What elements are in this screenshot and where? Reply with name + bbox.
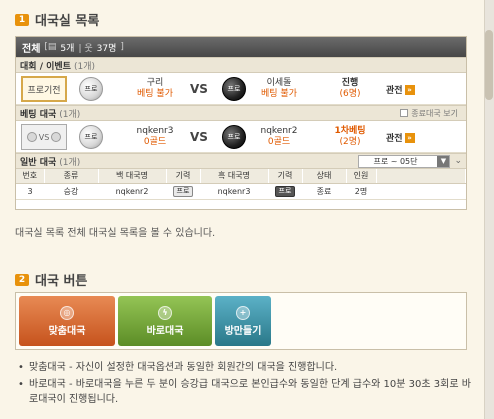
rank-tag: 프로	[172, 185, 194, 197]
tournament-match-row[interactable]: 프로기전 프로 구리 베팅 불가 VS 프로 이세돌 베팅 불가 진행 (6명)…	[16, 73, 466, 105]
bolt-icon: ϟ	[158, 305, 172, 320]
vs-label: VS	[190, 82, 208, 96]
double-chevron-icon[interactable]: ⌄	[454, 156, 462, 166]
rank-filter: 프로 ~ 05단 ▼ ⌄	[358, 154, 462, 168]
category-label: 대회 / 이벤트	[20, 61, 71, 72]
section-number-badge: 1	[15, 13, 29, 26]
left-player: nqkenr3 0골드	[136, 126, 174, 147]
cell-type: 승강	[44, 183, 98, 200]
table-row[interactable]: 3 승강 nqkenr2 프로 nqkenr3 프로 종료 2명	[16, 183, 466, 200]
right-player: nqkenr2 0골드	[260, 126, 298, 147]
rank-filter-select[interactable]: 프로 ~ 05단 ▼	[358, 154, 451, 168]
create-room-button[interactable]: + 방만들기	[215, 296, 271, 346]
black-stone-icon: 프로	[222, 125, 246, 149]
list-item: 맞춤대국 - 자신이 설정한 대국옵션과 동일한 회원간의 대국을 진행합니다.	[18, 360, 478, 375]
table-header-row: 번호 종류 백 대국명 기력 흑 대국명 기력 상태 인원	[16, 169, 466, 184]
section-2-heading: 2 대국 버튼	[15, 270, 87, 289]
watch-button[interactable]: 관전 »	[386, 83, 415, 96]
button-descriptions: 맞춤대국 - 자신이 설정한 대국옵션과 동일한 회원간의 대국을 진행합니다.…	[18, 360, 478, 409]
col-header: 흑 대국명	[200, 169, 269, 184]
section-title: 대국 버튼	[35, 274, 88, 289]
category-betting: 베팅 대국 (1개) 종료대국 보기	[16, 105, 466, 121]
panel-header: 전체 [▤ 5개 | 웃 37명 ]	[16, 37, 466, 57]
people-count: 37명	[96, 43, 117, 54]
col-header: 기력	[166, 169, 201, 184]
arrow-right-icon: »	[404, 132, 415, 143]
cell-no: 3	[16, 183, 44, 200]
cell-black-rank: 프로	[268, 183, 302, 200]
category-count: (1개)	[59, 157, 81, 168]
lobby-description: 대국실 목록 전체 대국실 목록을 볼 수 있습니다.	[15, 228, 216, 239]
section-number-badge: 2	[15, 273, 29, 286]
col-header: 번호	[16, 169, 45, 184]
betting-match-row[interactable]: VS 프로 nqkenr3 0골드 VS 프로 nqkenr2 0골드 1차베팅…	[16, 121, 466, 153]
room-count: 5개	[60, 43, 75, 54]
panel-header-title: 전체	[22, 43, 41, 55]
checkbox-icon[interactable]	[400, 109, 409, 117]
game-table: 번호 종류 백 대국명 기력 흑 대국명 기력 상태 인원 3 승강 nqken…	[16, 169, 466, 200]
pro-tournament-badge: 프로기전	[21, 76, 67, 102]
dropdown-icon[interactable]: ▼	[437, 155, 450, 167]
match-status: 1차베팅 (2명)	[334, 126, 366, 147]
match-status: 진행 (6명)	[339, 78, 361, 99]
cell-white-rank: 프로	[166, 183, 200, 200]
room-count-icon: [▤	[44, 42, 57, 52]
left-player: 구리 베팅 불가	[137, 78, 173, 99]
category-tournament: 대회 / 이벤트 (1개)	[16, 57, 466, 73]
scroll-thumb[interactable]	[485, 30, 493, 100]
category-count: (1개)	[73, 61, 95, 72]
show-ended-toggle[interactable]: 종료대국 보기	[400, 108, 458, 119]
cell-state: 종료	[302, 183, 346, 200]
category-label: 베팅 대국	[20, 109, 57, 120]
category-count: (1개)	[59, 109, 81, 120]
black-stone-icon: 프로	[222, 77, 246, 101]
arrow-right-icon: »	[404, 84, 415, 95]
col-header: 인원	[346, 169, 377, 184]
white-stone-icon: 프로	[79, 125, 103, 149]
category-label: 일반 대국	[20, 157, 57, 168]
category-general: 일반 대국 (1개) 프로 ~ 05단 ▼ ⌄	[16, 153, 466, 169]
cell-people: 2명	[346, 183, 376, 200]
people-icon: | 웃	[78, 43, 93, 54]
watch-button[interactable]: 관전 »	[386, 131, 415, 144]
instant-match-button[interactable]: ϟ 바로대국	[118, 296, 212, 346]
cell-black-name: nqkenr3	[200, 183, 268, 200]
vs-label: VS	[190, 130, 208, 144]
col-header: 백 대국명	[98, 169, 167, 184]
lobby-panel: 전체 [▤ 5개 | 웃 37명 ] 대회 / 이벤트 (1개) 프로기전 프로…	[15, 36, 467, 210]
cell-white-name: nqkenr2	[98, 183, 166, 200]
game-button-group: ◎ 맞춤대국 ϟ 바로대국 + 방만들기	[15, 292, 467, 350]
rank-tag: 프로	[274, 185, 296, 197]
section-1-heading: 1 대국실 목록	[15, 10, 99, 29]
list-item: 바로대국 - 바로대국을 누른 두 분이 승강급 대국으로 본인급수와 동일한 …	[18, 377, 478, 407]
section-title: 대국실 목록	[35, 14, 100, 29]
target-icon: ◎	[60, 305, 74, 320]
plus-icon: +	[236, 305, 250, 320]
col-header: 상태	[302, 169, 347, 184]
page-scrollbar[interactable]	[484, 0, 494, 419]
white-stone-icon: 프로	[79, 77, 103, 101]
right-player: 이세돌 베팅 불가	[261, 78, 297, 99]
col-header: 기력	[268, 169, 303, 184]
quick-match-button[interactable]: ◎ 맞춤대국	[19, 296, 115, 346]
medal-icon: VS	[21, 124, 67, 150]
col-header: 종류	[44, 169, 99, 184]
